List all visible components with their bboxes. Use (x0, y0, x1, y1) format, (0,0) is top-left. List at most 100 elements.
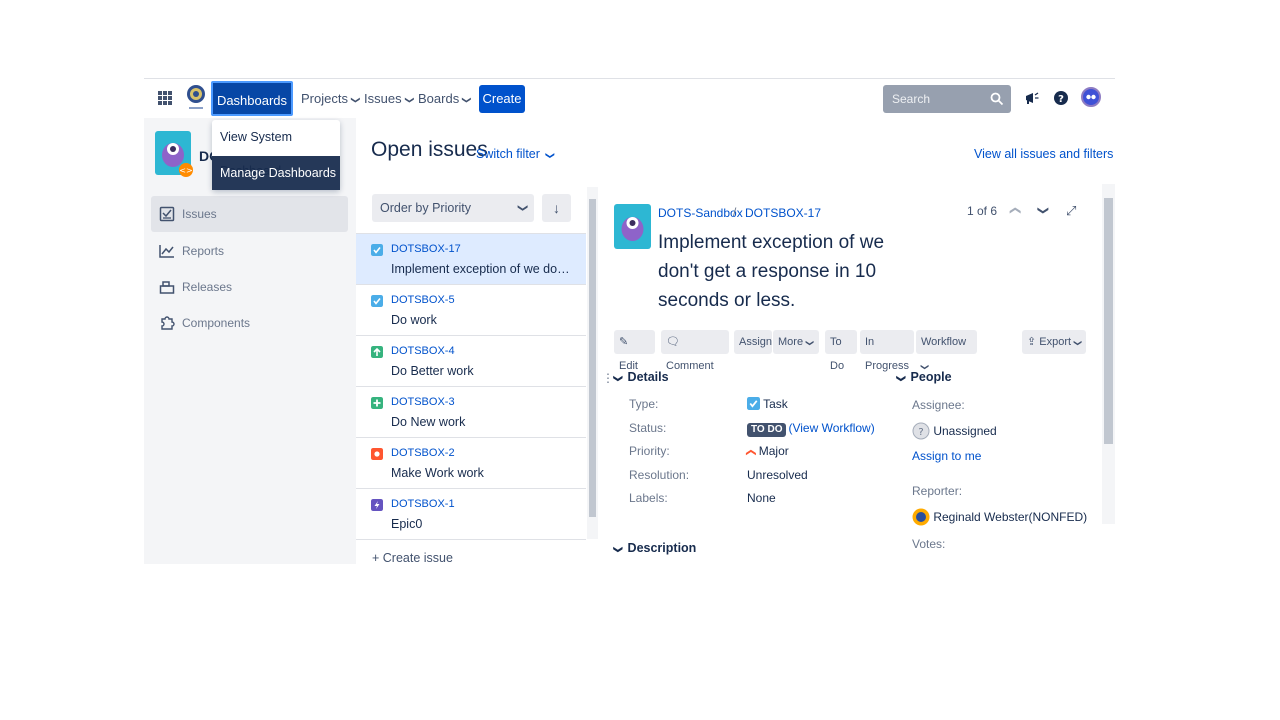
workflow-button[interactable]: Workflow ❯ (916, 330, 977, 370)
previous-issue-icon[interactable]: ❯ (1008, 206, 1021, 215)
bug-icon (371, 448, 383, 460)
top-navigation: Dashboards❯ Projects❯ Issues❯ Boards❯ Cr… (144, 79, 1115, 141)
search-icon[interactable] (990, 92, 1004, 106)
svg-text:?: ? (1058, 94, 1064, 105)
issue-key[interactable]: DOTSBOX-4 (391, 345, 455, 357)
sidebar-item-label: Issues (182, 207, 217, 221)
priority-value: ❯ Major (745, 444, 789, 458)
chevron-down-icon: ❯ (1073, 339, 1083, 347)
people-title: People (910, 370, 952, 384)
list-item[interactable]: DOTSBOX-2 Make Work work (356, 438, 586, 489)
epic-icon (371, 499, 383, 511)
nav-issues[interactable]: Issues ❯ (364, 88, 414, 110)
chevron-down-icon: ❯ (516, 203, 528, 213)
issue-key[interactable]: DOTSBOX-5 (391, 294, 455, 306)
priority-major-icon: ❯ (745, 448, 757, 457)
in-progress-button[interactable]: In Progress (860, 330, 914, 372)
people-section-toggle[interactable]: ❯ People (896, 370, 952, 384)
edit-button[interactable]: ✎ Edit (614, 330, 655, 372)
resolution-label: Resolution: (629, 468, 690, 482)
nav-dashboards[interactable]: Dashboards❯ (211, 81, 293, 141)
breadcrumb-issue-key[interactable]: DOTSBOX-17 (745, 206, 821, 220)
search-box[interactable] (883, 85, 1011, 113)
nav-boards[interactable]: Boards ❯ (418, 88, 472, 110)
list-item[interactable]: DOTSBOX-17 Implement exception of we don… (356, 234, 586, 285)
chevron-down-icon: ❯ (613, 374, 624, 383)
sidebar-item-issues[interactable]: Issues (151, 196, 348, 232)
chevron-down-icon: ❯ (545, 151, 556, 160)
comment-button[interactable]: 🗨 Comment (661, 330, 729, 372)
status-value: TO DO (View Workflow) (747, 421, 875, 437)
issue-key[interactable]: DOTSBOX-3 (391, 396, 455, 408)
assign-to-me-link[interactable]: Assign to me (912, 449, 981, 463)
help-icon[interactable]: ? (1053, 90, 1069, 106)
sidebar-item-releases[interactable]: Releases (151, 269, 348, 305)
user-avatar[interactable] (1081, 87, 1101, 107)
app-switcher-icon[interactable] (158, 91, 172, 105)
priority-label: Priority: (629, 444, 670, 458)
improvement-icon (371, 346, 383, 358)
reporter-avatar-icon (912, 508, 930, 526)
list-item[interactable]: DOTSBOX-1 Epic0 (356, 489, 586, 540)
scrollbar-thumb[interactable] (1104, 198, 1113, 444)
expand-icon[interactable]: ⤢ (1066, 203, 1076, 219)
switch-filter-link[interactable]: Switch filter ❯ (476, 147, 556, 161)
nav-dashboards-label: Dashboards (216, 93, 288, 108)
sort-direction-button[interactable]: ↓ (542, 194, 571, 222)
megaphone-icon[interactable] (1024, 90, 1040, 106)
nav-issues-label: Issues (364, 91, 402, 106)
list-item[interactable]: DOTSBOX-5 Do work (356, 285, 586, 336)
comment-label: Comment (666, 360, 714, 372)
export-button[interactable]: ⇪ Export ❯ (1022, 330, 1086, 354)
project-avatar-icon[interactable]: <> (155, 131, 193, 177)
more-button[interactable]: More ❯ (773, 330, 819, 354)
issue-summary: Do New work (391, 415, 466, 429)
detail-scrollbar[interactable] (1102, 184, 1115, 524)
to-do-button[interactable]: To Do (825, 330, 857, 372)
main-content: Open issues Switch filter ❯ View all iss… (356, 118, 1115, 564)
menu-item-view-system-dashboard[interactable]: View System Dashboard (212, 120, 340, 178)
list-item[interactable]: DOTSBOX-3 Do New work (356, 387, 586, 438)
create-button[interactable]: Create (479, 85, 525, 113)
create-issue-link[interactable]: + Create issue (372, 551, 453, 564)
labels-label: Labels: (629, 491, 668, 505)
issue-list-scrollbar[interactable] (587, 187, 598, 539)
issue-key[interactable]: DOTSBOX-1 (391, 498, 455, 510)
assign-button[interactable]: Assign (734, 330, 772, 354)
assignee-text: Unassigned (933, 424, 997, 438)
issue-detail: DOTS-Sandbox / DOTSBOX-17 Implement exce… (600, 184, 1105, 564)
order-by-select[interactable]: Order by Priority ❯ (372, 194, 534, 222)
details-section-toggle[interactable]: ❯ Details (613, 370, 668, 384)
pencil-icon: ✎ (619, 336, 629, 348)
unassigned-avatar-icon: ? (912, 422, 930, 440)
status-label: Status: (629, 421, 667, 435)
view-workflow-link[interactable]: (View Workflow) (788, 421, 874, 435)
search-input[interactable] (890, 91, 989, 107)
org-logo-icon[interactable] (186, 84, 206, 114)
labels-value[interactable]: None (747, 491, 776, 505)
sidebar-item-label: Components (182, 316, 251, 330)
menu-item-manage-dashboards[interactable]: Manage Dashboards (212, 156, 340, 190)
list-item[interactable]: DOTSBOX-4 Do Better work (356, 336, 586, 387)
sidebar-item-label: Reports (182, 244, 225, 258)
new-feature-icon (371, 397, 383, 409)
export-icon: ⇪ (1027, 336, 1037, 348)
issue-key[interactable]: DOTSBOX-17 (391, 243, 461, 255)
sidebar-item-reports[interactable]: Reports (151, 233, 348, 269)
next-issue-icon[interactable]: ❯ (1037, 206, 1050, 215)
reporter-text[interactable]: Reginald Webster(NONFED) (933, 510, 1087, 524)
issue-title: Implement exception of we don't get a re… (658, 232, 885, 311)
profile-icon (1086, 94, 1096, 100)
priority-text: Major (758, 444, 789, 458)
scrollbar-thumb[interactable] (589, 199, 596, 517)
svg-text:<>: <> (179, 166, 192, 175)
issue-key[interactable]: DOTSBOX-2 (391, 447, 455, 459)
sidebar-item-components[interactable]: Components (151, 305, 348, 341)
releases-icon (159, 281, 175, 294)
issue-summary: Make Work work (391, 466, 484, 480)
description-section-toggle[interactable]: ❯ Description (613, 541, 696, 555)
issue-summary: Do Better work (391, 364, 474, 378)
nav-projects[interactable]: Projects ❯ (301, 88, 361, 110)
view-all-issues-link[interactable]: View all issues and filters (974, 147, 1113, 161)
breadcrumb-project[interactable]: DOTS-Sandbox (658, 206, 743, 220)
